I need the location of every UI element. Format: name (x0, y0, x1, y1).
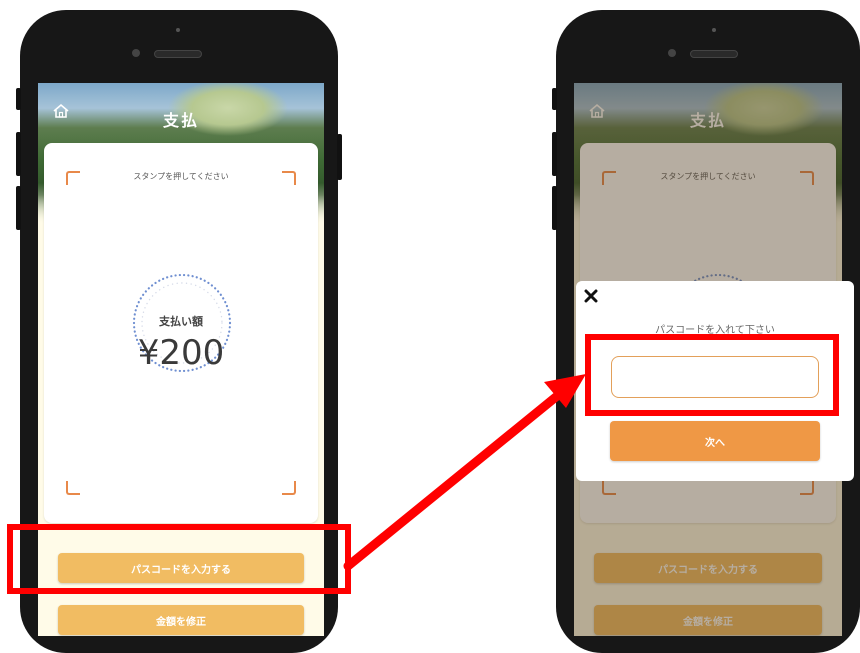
arrow-annotation (343, 374, 586, 571)
